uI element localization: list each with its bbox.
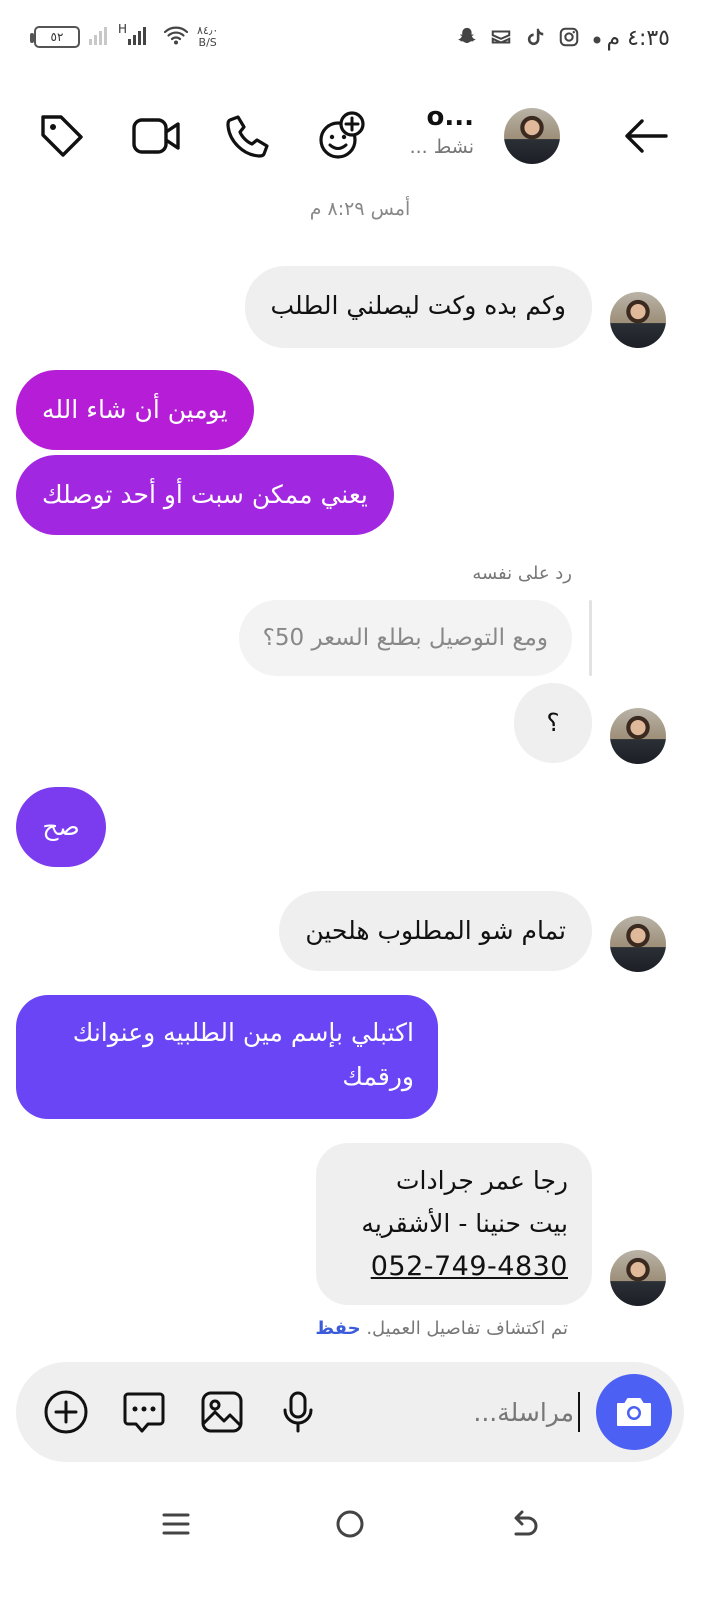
chat-header: o... نشط ... [0, 96, 720, 176]
outgoing-message[interactable]: يومين أن شاء الله [16, 370, 254, 450]
camera-button[interactable] [596, 1374, 672, 1450]
capcut-icon [490, 26, 512, 52]
sender-avatar[interactable] [610, 916, 666, 972]
reply-label: رد على نفسه [472, 563, 572, 584]
replied-message-quote[interactable]: ومع التوصيل بطلع السعر 50؟ [238, 600, 572, 676]
instagram-icon [558, 26, 580, 52]
contact-avatar[interactable] [504, 108, 560, 164]
system-navigation-bar [0, 1496, 720, 1556]
reply-divider [589, 600, 592, 676]
add-sticker-button[interactable] [314, 108, 370, 164]
contact-status: نشط ... [409, 136, 474, 158]
save-details-link[interactable]: حفظ [315, 1318, 360, 1339]
gallery-button[interactable] [198, 1388, 246, 1436]
dot-icon [592, 30, 602, 49]
incoming-message[interactable]: ؟ [514, 683, 592, 763]
add-button[interactable] [42, 1388, 90, 1436]
message-composer [16, 1362, 684, 1462]
network-speed: ٨٤٫٠ B/S [197, 25, 218, 49]
chat-timestamp: أمس ٨:٢٩ م [309, 198, 411, 220]
detected-note-text: تم اكتشاف تفاصيل العميل. [366, 1318, 568, 1339]
battery-level: ٥٢ [50, 30, 64, 44]
incoming-message[interactable]: وكم بده وكت ليصلني الطلب [244, 266, 592, 348]
customer-address: بيت حنينا - الأشقريه [361, 1209, 568, 1238]
avatar [504, 108, 560, 164]
contact-name[interactable]: o... [427, 102, 475, 132]
outgoing-message[interactable]: اكتبلي بإسم مين الطلبيه وعنوانك ورقمك [16, 995, 438, 1119]
battery-icon: ٥٢ [30, 26, 80, 48]
customer-phone-link[interactable]: 052-749-4830 [340, 1245, 568, 1288]
home-button[interactable] [330, 1504, 370, 1544]
sender-avatar[interactable] [610, 292, 666, 348]
snapchat-icon [456, 26, 478, 52]
quick-replies-button[interactable] [120, 1388, 168, 1436]
voice-message-button[interactable] [274, 1388, 322, 1436]
status-time: ٤:٣٥ م [606, 26, 671, 51]
outgoing-message[interactable]: صح [16, 787, 106, 867]
back-nav-button[interactable] [506, 1504, 546, 1544]
customer-name: رجا عمر جرادات [395, 1166, 568, 1195]
tag-button[interactable] [34, 108, 90, 164]
sender-avatar[interactable] [610, 1250, 666, 1306]
notification-icons [456, 26, 602, 52]
status-bar: ٤:٣٥ م ٥٢ H ٨٤٫٠ B/S [0, 0, 720, 80]
speed-unit: B/S [198, 36, 217, 49]
video-call-button[interactable] [128, 108, 184, 164]
signal-strong-icon [127, 24, 149, 50]
call-button[interactable] [220, 108, 276, 164]
recent-apps-button[interactable] [156, 1504, 196, 1544]
signal-weak-icon [88, 24, 110, 50]
sender-avatar[interactable] [610, 708, 666, 764]
customer-details-note: تم اكتشاف تفاصيل العميل. حفظ [315, 1318, 568, 1339]
network-type: H [118, 22, 128, 36]
message-input[interactable] [380, 1392, 580, 1432]
customer-details-message[interactable]: رجا عمر جرادات بيت حنينا - الأشقريه 052-… [316, 1143, 592, 1305]
back-button[interactable] [618, 108, 674, 164]
system-icons: ٥٢ H ٨٤٫٠ B/S [30, 22, 218, 50]
outgoing-message[interactable]: يعني ممكن سبت أو أحد توصلك [16, 455, 394, 535]
incoming-message[interactable]: تمام شو المطلوب هلحين [279, 891, 592, 971]
tiktok-icon [524, 26, 546, 52]
wifi-icon [163, 24, 189, 50]
